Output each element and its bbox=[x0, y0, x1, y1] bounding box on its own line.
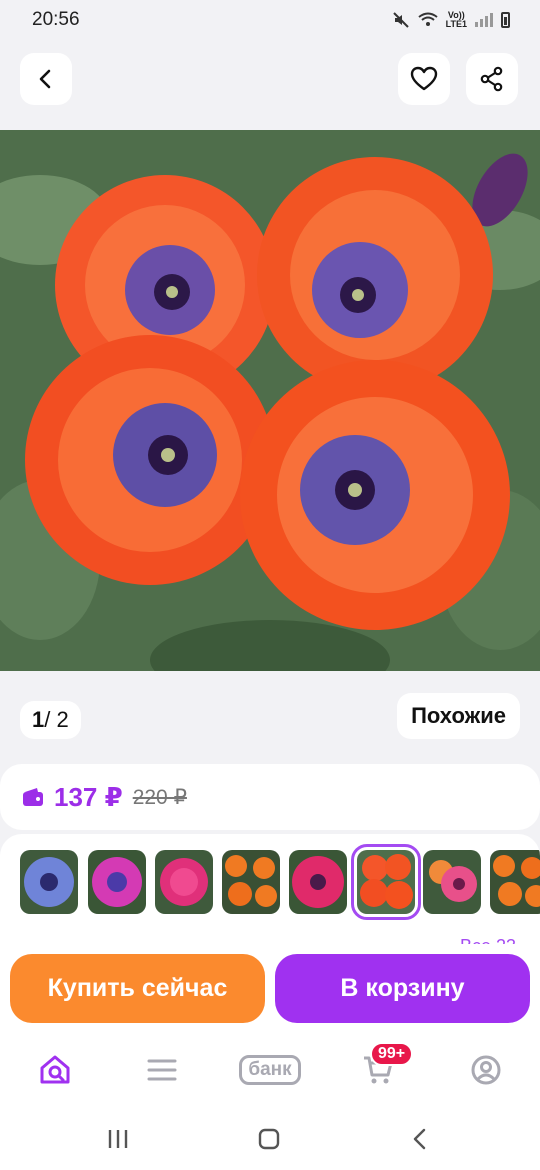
status-bar: 20:56 Vo)) LTE1 bbox=[0, 0, 540, 40]
signal-icon bbox=[475, 13, 493, 27]
heart-icon bbox=[410, 66, 438, 91]
status-icons: Vo)) LTE1 bbox=[392, 11, 510, 29]
price-card: 137 ₽ 220 ₽ bbox=[0, 764, 540, 830]
bottom-tab-bar: банк 99+ bbox=[0, 1034, 540, 1110]
gallery-info: 1/ 2 Похожие bbox=[0, 671, 540, 761]
profile-icon bbox=[471, 1055, 501, 1085]
similar-button[interactable]: Похожие bbox=[397, 693, 520, 739]
thumbnail[interactable] bbox=[289, 850, 347, 914]
back-button[interactable] bbox=[20, 53, 72, 105]
page-counter: 1/ 2 bbox=[20, 701, 81, 739]
top-bar bbox=[0, 40, 540, 130]
thumbnail[interactable] bbox=[222, 850, 280, 914]
tab-profile[interactable] bbox=[456, 1048, 516, 1092]
share-icon bbox=[480, 66, 503, 92]
thumbnail-strip: Все 23 bbox=[0, 834, 540, 944]
price-old: 220 ₽ bbox=[132, 785, 187, 809]
add-to-cart-button[interactable]: В корзину bbox=[275, 954, 530, 1023]
tab-catalog[interactable] bbox=[132, 1048, 192, 1092]
mute-icon bbox=[392, 12, 409, 28]
menu-icon bbox=[147, 1059, 177, 1081]
status-time: 20:56 bbox=[32, 9, 80, 30]
share-button[interactable] bbox=[466, 53, 518, 105]
thumbnail[interactable] bbox=[423, 850, 481, 914]
petunia-flowers-image bbox=[0, 130, 540, 671]
home-icon bbox=[258, 1128, 280, 1150]
home-button[interactable] bbox=[249, 1124, 289, 1154]
bank-label: банк bbox=[239, 1055, 301, 1085]
recents-icon bbox=[108, 1130, 128, 1148]
thumbnail[interactable] bbox=[155, 850, 213, 914]
action-bar: Купить сейчас В корзину bbox=[0, 944, 540, 1034]
wallet-icon bbox=[23, 788, 43, 806]
thumbnail[interactable] bbox=[88, 850, 146, 914]
battery-icon bbox=[501, 12, 510, 28]
nav-back-button[interactable] bbox=[400, 1124, 440, 1154]
nav-back-icon bbox=[413, 1128, 426, 1150]
tab-bank[interactable]: банк bbox=[230, 1048, 310, 1092]
product-image[interactable] bbox=[0, 130, 540, 671]
tab-cart[interactable]: 99+ bbox=[348, 1042, 414, 1092]
back-icon bbox=[39, 69, 51, 89]
buy-now-button[interactable]: Купить сейчас bbox=[10, 954, 265, 1023]
recents-button[interactable] bbox=[98, 1124, 138, 1154]
all-images-link[interactable]: Все 23 bbox=[460, 936, 516, 944]
tab-home[interactable] bbox=[25, 1048, 85, 1092]
system-nav-bar bbox=[0, 1110, 540, 1170]
thumbnail[interactable] bbox=[490, 850, 540, 914]
favorite-button[interactable] bbox=[398, 53, 450, 105]
cart-badge: 99+ bbox=[370, 1042, 414, 1066]
thumbnail-selected[interactable] bbox=[351, 844, 421, 920]
thumbnail[interactable] bbox=[20, 850, 78, 914]
network-indicator: Vo)) LTE1 bbox=[445, 10, 467, 29]
home-search-icon bbox=[40, 1055, 70, 1084]
price-current: 137 ₽ bbox=[54, 781, 123, 812]
wifi-icon bbox=[418, 12, 438, 26]
